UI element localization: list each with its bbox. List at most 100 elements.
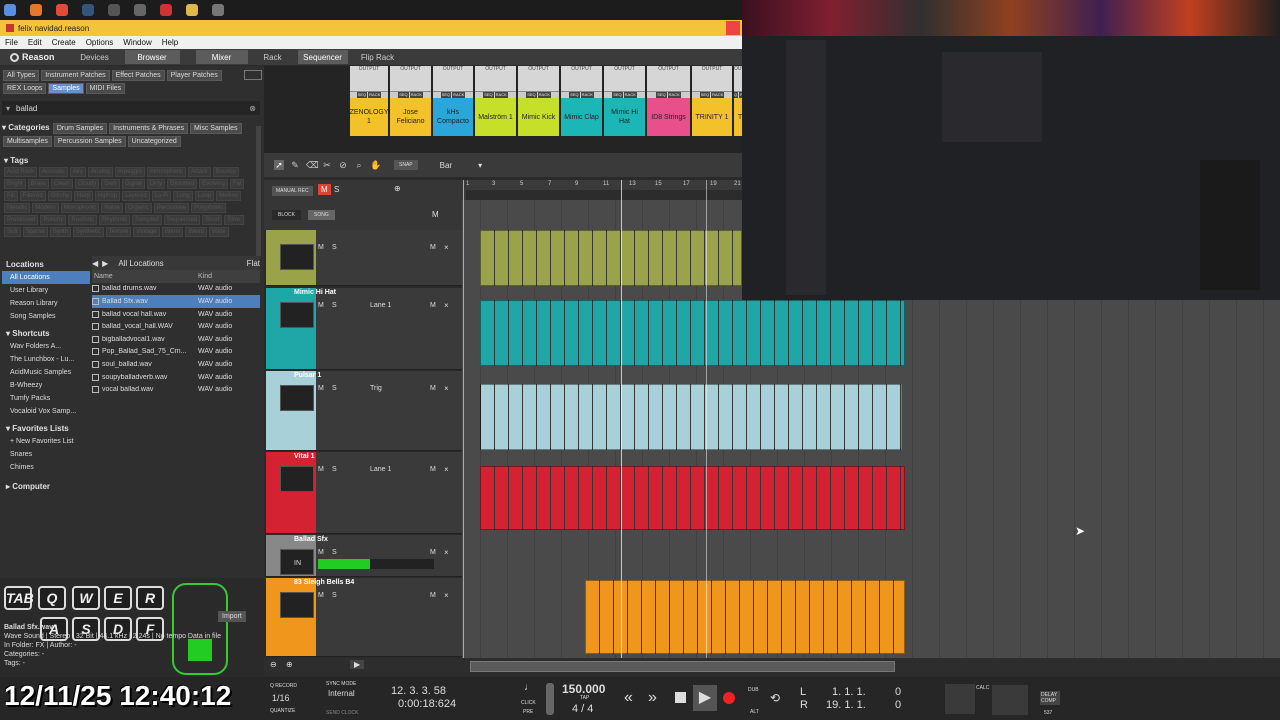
menu-create[interactable]: Create: [52, 38, 76, 47]
tag-item[interactable]: Synthetic: [73, 227, 104, 237]
device-thumbnail-icon[interactable]: [280, 244, 314, 270]
song-button[interactable]: SONG: [308, 210, 335, 220]
file-row[interactable]: Pop_Ballad_Sad_75_Cm... WAV audio: [92, 346, 260, 359]
track-name[interactable]: 83 Sleigh Bells B4: [294, 579, 354, 586]
firefox-icon[interactable]: [30, 4, 42, 16]
sequencer-track[interactable]: Ballad Sfx M S M ×: [266, 535, 462, 577]
track-name[interactable]: Vital 1: [294, 453, 315, 460]
track-solo-button[interactable]: S: [332, 302, 337, 309]
hand-tool-icon[interactable]: ✋: [370, 160, 381, 170]
track-solo-button[interactable]: S: [332, 466, 337, 473]
track-mute-button[interactable]: M: [318, 302, 324, 309]
loop-right-ticks[interactable]: 0: [895, 699, 901, 711]
rack-button[interactable]: RACK: [623, 92, 637, 98]
play-icon[interactable]: ▶: [693, 685, 717, 711]
category-instruments-phrases[interactable]: Instruments & Phrases: [109, 123, 188, 134]
note-clip[interactable]: [480, 300, 905, 366]
tag-item[interactable]: Bouncy: [212, 167, 239, 177]
shortcut-item[interactable]: Wav Folders A...: [2, 340, 90, 353]
tab-all-types[interactable]: All Types: [3, 70, 40, 81]
categories-heading[interactable]: ▾ Categories: [2, 123, 50, 132]
dub-button[interactable]: DUB: [748, 687, 759, 693]
track-mute-button[interactable]: M: [318, 592, 324, 599]
rack-button[interactable]: RACK: [580, 92, 594, 98]
position-marker[interactable]: [463, 180, 464, 658]
tag-item[interactable]: Acoustic: [39, 167, 68, 177]
tag-item[interactable]: Fat: [229, 179, 245, 189]
computer-heading[interactable]: ▸ Computer: [2, 474, 90, 493]
tag-item[interactable]: Glitchy: [47, 191, 73, 201]
close-icon[interactable]: ×: [444, 301, 449, 310]
sequencer-track[interactable]: 83 Sleigh Bells B4 M S M ×: [266, 578, 462, 657]
sequencer-track[interactable]: M S M ×: [266, 230, 462, 286]
rack-device[interactable]: OUTPUT SEQ RACK kHs Compacto: [433, 66, 473, 136]
sync-mode-select[interactable]: Internal: [328, 689, 355, 698]
tag-item[interactable]: Realistic: [68, 215, 98, 225]
browser-toggle-icon[interactable]: [244, 70, 262, 80]
tag-item[interactable]: Rhythmic: [99, 215, 131, 225]
menu-help[interactable]: Help: [162, 38, 178, 47]
tag-item[interactable]: Arpeggio: [114, 167, 145, 177]
tag-item[interactable]: Dark: [101, 179, 121, 189]
seq-button[interactable]: SEQ: [699, 92, 711, 98]
reason-taskbar-icon[interactable]: [160, 4, 172, 16]
tag-item[interactable]: Modern: [32, 203, 59, 213]
rack-button[interactable]: RACK: [494, 92, 508, 98]
category-drum-samples[interactable]: Drum Samples: [52, 123, 108, 134]
tag-item[interactable]: Synth: [49, 227, 72, 237]
seq-button[interactable]: SEQ: [569, 92, 580, 98]
category-uncategorized[interactable]: Uncategorized: [127, 136, 181, 147]
rack-button[interactable]: RACK: [409, 92, 423, 98]
master-mute-button[interactable]: M: [318, 184, 331, 195]
tag-item[interactable]: Soft: [4, 227, 21, 237]
tag-item[interactable]: Long: [173, 191, 193, 201]
rack-device[interactable]: OUTPUT SEQ RACK Mimic Hi Hat: [604, 66, 645, 136]
close-icon[interactable]: ×: [444, 548, 449, 557]
tag-item[interactable]: Metallic: [4, 203, 31, 213]
shortcut-item[interactable]: The Lunchbox - Lu...: [2, 353, 90, 366]
file-row[interactable]: soul_ballad.wav WAV audio: [92, 358, 260, 371]
location-all[interactable]: All Locations: [2, 271, 90, 284]
note-clip[interactable]: [585, 580, 905, 654]
magnify-tool-icon[interactable]: ⌕: [354, 160, 364, 170]
tag-item[interactable]: Fill: [4, 191, 18, 201]
shortcuts-heading[interactable]: ▾ Shortcuts: [2, 323, 90, 340]
file-row[interactable]: ballad_vocal_hall.WAV WAV audio: [92, 320, 260, 333]
position-marker[interactable]: [621, 180, 622, 658]
tab-instrument-patches[interactable]: Instrument Patches: [41, 70, 110, 81]
column-kind[interactable]: Kind: [198, 273, 212, 280]
snap-button[interactable]: SNAP: [394, 160, 418, 170]
note-clip[interactable]: [480, 384, 902, 450]
rewind-icon[interactable]: «: [624, 689, 633, 707]
rack-device[interactable]: OUTPUT SEQ RACK Jose Feliciano: [390, 66, 431, 136]
steam-icon[interactable]: [82, 4, 94, 16]
misc-icon[interactable]: [212, 4, 224, 16]
tag-item[interactable]: Brass: [27, 179, 50, 189]
loop-range-bar[interactable]: [466, 190, 742, 200]
master-solo-button[interactable]: S: [334, 185, 339, 194]
tab-effect-patches[interactable]: Effect Patches: [111, 70, 165, 81]
seq-button[interactable]: SEQ: [734, 92, 739, 98]
quantize-value[interactable]: 1/16: [272, 693, 290, 703]
chrome-icon[interactable]: [56, 4, 68, 16]
timeline-ruler[interactable]: 1 3 5 7 9 11 13 15 17 19 21: [462, 180, 742, 200]
tag-item[interactable]: Wide: [209, 227, 229, 237]
import-button[interactable]: Import: [218, 611, 246, 622]
rack-device[interactable]: OUTPUT SEQ RACK Malström 1: [475, 66, 516, 136]
location-user-library[interactable]: User Library: [2, 284, 90, 297]
favorites-heading[interactable]: ▾ Favorites Lists: [2, 418, 90, 435]
tag-item[interactable]: Layered: [122, 191, 150, 201]
tag-item[interactable]: Hiphop: [95, 191, 121, 201]
tag-item[interactable]: Cloudy: [74, 179, 100, 189]
location-dropdown[interactable]: All Locations: [118, 259, 163, 268]
search-input[interactable]: ballad: [16, 104, 37, 113]
menu-options[interactable]: Options: [86, 38, 114, 47]
tag-item[interactable]: Polyphonic: [191, 203, 227, 213]
tag-item[interactable]: Warm: [161, 227, 184, 237]
windows-icon[interactable]: [4, 4, 16, 16]
tag-item[interactable]: Mellow: [216, 191, 241, 201]
manual-rec-button[interactable]: MANUAL REC: [272, 186, 313, 196]
menu-window[interactable]: Window: [123, 38, 151, 47]
tag-item[interactable]: Loop: [194, 191, 215, 201]
location-reason-library[interactable]: Reason Library: [2, 297, 90, 310]
